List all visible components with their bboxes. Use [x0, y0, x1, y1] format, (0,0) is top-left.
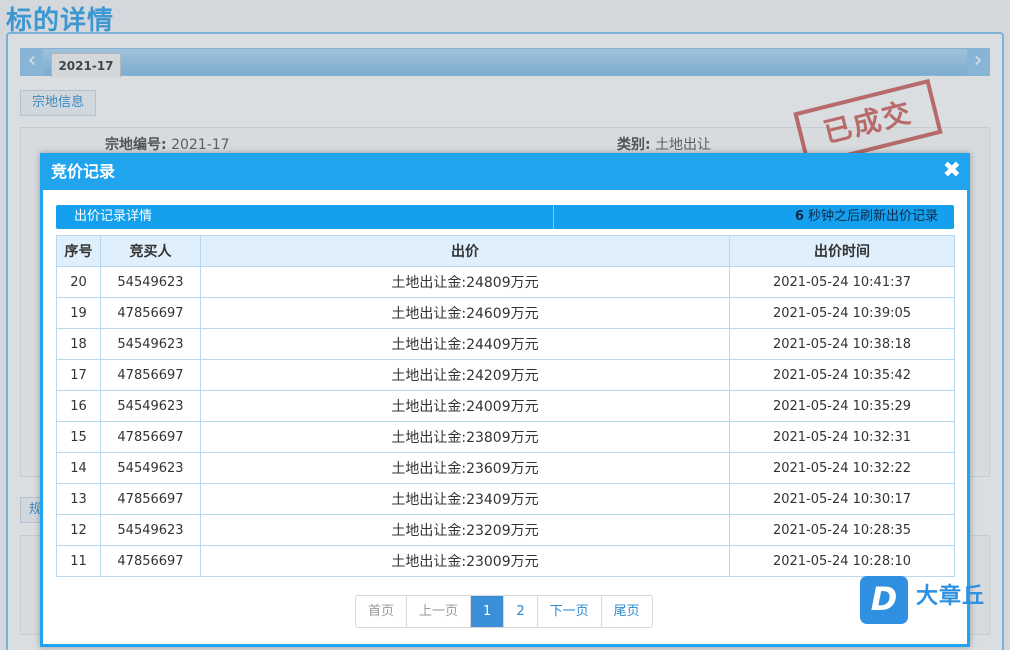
cell-time: 2021-05-24 10:35:42 — [729, 359, 955, 391]
table-row: 11 47856697 土地出让金:23009万元 2021-05-24 10:28:… — [56, 545, 955, 577]
cell-no: 13 — [56, 483, 101, 515]
cell-time: 2021-05-24 10:28:10 — [729, 545, 955, 577]
bid-detail-label: 出价记录详情 — [74, 209, 153, 224]
cell-price: 土地出让金:24409万元 — [200, 328, 730, 360]
last-page-button[interactable]: 尾页 — [601, 596, 652, 627]
cell-price: 土地出让金:23809万元 — [200, 421, 730, 453]
cell-bidder: 54549623 — [100, 514, 201, 546]
cell-bidder: 47856697 — [100, 545, 201, 577]
cell-bidder: 54549623 — [100, 266, 201, 298]
countdown-text: 秒钟之后刷新出价记录 — [803, 209, 938, 224]
pagination: 首页 上一页 1 2 下一页 尾页 — [355, 595, 653, 628]
cell-time: 2021-05-24 10:28:35 — [729, 514, 955, 546]
cell-no: 14 — [56, 452, 101, 484]
page-1-button[interactable]: 1 — [471, 596, 505, 627]
table-row: 14 54549623 土地出让金:23609万元 2021-05-24 10:32:… — [56, 452, 955, 484]
cell-price: 土地出让金:24009万元 — [200, 390, 730, 422]
cell-bidder: 47856697 — [100, 359, 201, 391]
modal-title: 竞价记录 — [51, 162, 116, 181]
prev-page-button[interactable]: 上一页 — [407, 596, 472, 627]
cell-price: 土地出让金:24809万元 — [200, 266, 730, 298]
countdown-seconds: 6 — [794, 209, 804, 224]
cell-time: 2021-05-24 10:32:31 — [729, 421, 955, 453]
col-header-no: 序号 — [56, 235, 101, 267]
cell-price: 土地出让金:24209万元 — [200, 359, 730, 391]
cell-no: 16 — [56, 390, 101, 422]
cell-price: 土地出让金:24609万元 — [200, 297, 730, 329]
bid-detail-bar: 出价记录详情 6 秒钟之后刷新出价记录 — [56, 205, 954, 229]
cell-price: 土地出让金:23009万元 — [200, 545, 730, 577]
cell-no: 12 — [56, 514, 101, 546]
table-row: 18 54549623 土地出让金:24409万元 2021-05-24 10:38:… — [56, 328, 955, 360]
cell-price: 土地出让金:23409万元 — [200, 483, 730, 515]
cell-bidder: 54549623 — [100, 390, 201, 422]
table-row: 17 47856697 土地出让金:24209万元 2021-05-24 10:35:… — [56, 359, 955, 391]
cell-no: 17 — [56, 359, 101, 391]
logo-text: 大章丘 — [916, 584, 986, 609]
next-page-button[interactable]: 下一页 — [537, 596, 602, 627]
table-row: 13 47856697 土地出让金:23409万元 2021-05-24 10:30:… — [56, 483, 955, 515]
cell-time: 2021-05-24 10:39:05 — [729, 297, 955, 329]
watermark-logo: D 大章丘 — [860, 576, 1008, 626]
table-row: 16 54549623 土地出让金:24009万元 2021-05-24 10:35:… — [56, 390, 955, 422]
cell-bidder: 47856697 — [100, 483, 201, 515]
cell-bidder: 47856697 — [100, 297, 201, 329]
col-header-price: 出价 — [200, 235, 730, 267]
modal-body: 出价记录详情 6 秒钟之后刷新出价记录 序号 竞买人 出价 出价时间 20 545… — [56, 205, 955, 577]
table-row: 20 54549623 土地出让金:24809万元 2021-05-24 10:41:… — [56, 266, 955, 298]
col-header-bidder: 竞买人 — [100, 235, 201, 267]
cell-time: 2021-05-24 10:32:22 — [729, 452, 955, 484]
cell-no: 11 — [56, 545, 101, 577]
cell-no: 19 — [56, 297, 101, 329]
cell-bidder: 54549623 — [100, 452, 201, 484]
cell-time: 2021-05-24 10:30:17 — [729, 483, 955, 515]
cell-no: 20 — [56, 266, 101, 298]
cell-time: 2021-05-24 10:38:18 — [729, 328, 955, 360]
table-header-row: 序号 竞买人 出价 出价时间 — [56, 235, 955, 267]
page-2-button[interactable]: 2 — [504, 596, 538, 627]
first-page-button[interactable]: 首页 — [356, 596, 408, 627]
cell-bidder: 54549623 — [100, 328, 201, 360]
cell-no: 15 — [56, 421, 101, 453]
col-header-time: 出价时间 — [729, 235, 955, 267]
bid-record-modal: 竞价记录 ✖ 出价记录详情 6 秒钟之后刷新出价记录 序号 竞买人 出价 出价时… — [40, 153, 970, 647]
close-icon[interactable]: ✖ — [943, 153, 961, 189]
cell-price: 土地出让金:23609万元 — [200, 452, 730, 484]
logo-badge-icon: D — [860, 576, 908, 624]
cell-time: 2021-05-24 10:35:29 — [729, 390, 955, 422]
table-row: 19 47856697 土地出让金:24609万元 2021-05-24 10:39:… — [56, 297, 955, 329]
cell-bidder: 47856697 — [100, 421, 201, 453]
divider — [553, 205, 554, 229]
bid-table: 序号 竞买人 出价 出价时间 20 54549623 土地出让金:24809万元 20… — [56, 235, 955, 577]
cell-price: 土地出让金:23209万元 — [200, 514, 730, 546]
refresh-countdown: 6 秒钟之后刷新出价记录 — [795, 205, 938, 229]
table-row: 12 54549623 土地出让金:23209万元 2021-05-24 10:28:… — [56, 514, 955, 546]
cell-no: 18 — [56, 328, 101, 360]
table-row: 15 47856697 土地出让金:23809万元 2021-05-24 10:32:… — [56, 421, 955, 453]
cell-time: 2021-05-24 10:41:37 — [729, 266, 955, 298]
modal-header: 竞价记录 ✖ — [43, 153, 967, 190]
